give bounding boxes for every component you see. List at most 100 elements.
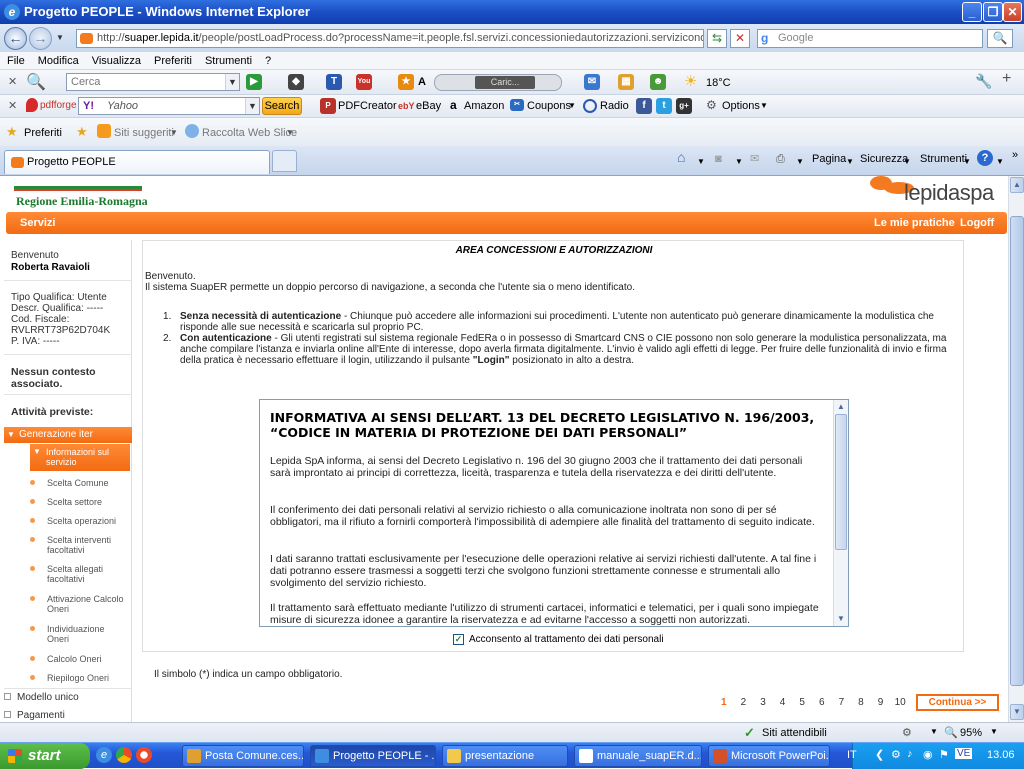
scroll-down-icon[interactable]: ▼ bbox=[835, 612, 847, 626]
feeds-icon[interactable]: ◙ bbox=[715, 152, 722, 166]
security-dropdown-icon[interactable]: ▼ bbox=[903, 155, 911, 169]
webslice-dropdown-icon[interactable]: ▼ bbox=[286, 126, 294, 140]
sidebar-item-pagamenti[interactable]: Pagamenti bbox=[4, 710, 65, 721]
home-dropdown-icon[interactable]: ▼ bbox=[697, 155, 705, 169]
new-tab-button[interactable] bbox=[272, 150, 297, 172]
menu-help[interactable]: ? bbox=[258, 52, 277, 67]
quicklaunch-app-icon[interactable] bbox=[136, 747, 152, 763]
protected-mode-icon[interactable]: ⚙ bbox=[902, 726, 912, 739]
play-icon[interactable]: ▶ bbox=[246, 74, 262, 90]
page-scrollbar[interactable]: ▲ ▼ bbox=[1008, 176, 1024, 722]
section-generazione-iter[interactable]: ▼ Generazione iter bbox=[4, 427, 132, 443]
scroll-thumb[interactable] bbox=[1010, 216, 1024, 686]
close-toolbar-icon[interactable]: ✕ bbox=[8, 75, 17, 89]
close-window-button[interactable]: ✕ bbox=[1003, 2, 1022, 22]
search-box[interactable]: g Google bbox=[757, 29, 983, 48]
page-link-8[interactable]: 8 bbox=[851, 697, 871, 708]
media-player-widget[interactable]: Caric... bbox=[434, 74, 562, 91]
add-icon[interactable]: + bbox=[1002, 71, 1011, 87]
address-input[interactable]: http://suaper.lepida.it/people/postLoadP… bbox=[76, 29, 704, 48]
radio-link[interactable]: Radio bbox=[600, 99, 629, 113]
page-link-7[interactable]: 7 bbox=[832, 697, 852, 708]
chevron-down-icon[interactable]: ▼ bbox=[225, 74, 239, 90]
scroll-up-icon[interactable]: ▲ bbox=[835, 400, 847, 414]
close-toolbar2-icon[interactable]: ✕ bbox=[8, 99, 17, 113]
clock[interactable]: 13.06 bbox=[987, 749, 1015, 761]
facebook-icon[interactable]: f bbox=[636, 98, 652, 114]
amazon-link[interactable]: Amazon bbox=[464, 99, 504, 113]
page-dropdown-icon[interactable]: ▼ bbox=[846, 155, 854, 169]
my-practices-link[interactable]: Le mie pratiche bbox=[874, 217, 955, 229]
menu-file[interactable]: File bbox=[0, 52, 31, 67]
game-icon[interactable]: ◆ bbox=[288, 74, 304, 90]
regione-emilia-romagna-logo[interactable]: Regione Emilia-Romagna bbox=[14, 186, 148, 208]
status-dropdown-icon[interactable]: ▼ bbox=[930, 727, 938, 736]
privacy-informativa-box[interactable]: INFORMATIVA AI SENSI DELL’ART. 13 DEL DE… bbox=[259, 399, 849, 627]
twitter-icon[interactable]: t bbox=[656, 98, 672, 114]
compat-view-icon[interactable]: ⇆ bbox=[707, 29, 727, 48]
toolbar-search-input[interactable]: Cerca ▼ bbox=[66, 73, 240, 91]
tools-menu[interactable]: Strumenti bbox=[920, 152, 967, 166]
scroll-thumb[interactable] bbox=[835, 414, 847, 550]
yahoo-search-input[interactable]: Y! Yahoo ▼ bbox=[78, 97, 260, 115]
zoom-dropdown-icon[interactable]: ▼ bbox=[990, 727, 998, 736]
yahoo-search-button[interactable]: Search bbox=[262, 97, 302, 115]
home-icon[interactable]: ⌂ bbox=[677, 150, 685, 164]
taskbar-manuale-suaper[interactable]: manuale_suapER.d... bbox=[574, 745, 702, 767]
suggested-dropdown-icon[interactable]: ▼ bbox=[170, 126, 178, 140]
logout-link[interactable]: Logoff bbox=[960, 217, 994, 229]
coupons-link[interactable]: Coupons bbox=[527, 99, 571, 113]
history-dropdown-icon[interactable]: ▼ bbox=[56, 33, 64, 42]
sidebar-item-scelta-operazioni[interactable]: Scelta operazioni bbox=[30, 516, 134, 526]
tray-update-icon[interactable]: ⚑ bbox=[939, 748, 949, 761]
taskbar-powerpoint[interactable]: Microsoft PowerPoi... bbox=[708, 745, 830, 767]
page-link-3[interactable]: 3 bbox=[753, 697, 773, 708]
sidebar-item-calcolo-oneri[interactable]: Calcolo Oneri bbox=[30, 654, 134, 664]
sidebar-item-scelta-settore[interactable]: Scelta settore bbox=[30, 497, 134, 507]
quicklaunch-chrome-icon[interactable] bbox=[116, 747, 132, 763]
tray-shield-icon[interactable]: ◉ bbox=[923, 748, 933, 761]
star-icon[interactable]: ★ bbox=[398, 74, 414, 90]
zoom-level[interactable]: 95% bbox=[960, 726, 982, 740]
stop-icon[interactable]: ✕ bbox=[730, 29, 750, 48]
add-favorite-icon[interactable]: ★ bbox=[76, 124, 88, 140]
feeds-dropdown-icon[interactable]: ▼ bbox=[735, 155, 743, 169]
language-indicator[interactable]: IT bbox=[847, 749, 857, 761]
calculator-icon[interactable]: ▦ bbox=[618, 74, 634, 90]
sidebar-item-informazioni-servizio[interactable]: ▼ Informazioni sul servizio bbox=[30, 444, 130, 471]
print-dropdown-icon[interactable]: ▼ bbox=[796, 155, 804, 169]
taskbar-presentazione[interactable]: presentazione bbox=[442, 745, 568, 767]
sidebar-item-scelta-interventi[interactable]: Scelta interventi facoltativi bbox=[30, 535, 124, 555]
security-zone[interactable]: Siti attendibili bbox=[762, 726, 827, 740]
forward-button[interactable]: → bbox=[29, 27, 52, 50]
lepida-logo[interactable]: lepidaspa bbox=[868, 176, 1000, 210]
continue-button[interactable]: Continua >> bbox=[916, 694, 999, 711]
informativa-scrollbar[interactable]: ▲ ▼ bbox=[833, 400, 848, 626]
page-link-4[interactable]: 4 bbox=[773, 697, 793, 708]
youtube-icon[interactable]: You bbox=[356, 74, 372, 90]
sidebar-item-attivazione-calcolo[interactable]: Attivazione Calcolo Oneri bbox=[30, 594, 126, 614]
back-button[interactable]: ← bbox=[4, 27, 27, 50]
tray-app-icon[interactable]: VE bbox=[955, 748, 973, 759]
maximize-button[interactable]: ❐ bbox=[983, 2, 1003, 22]
more-chevron-icon[interactable]: » bbox=[1012, 148, 1018, 162]
tab-progetto-people[interactable]: Progetto PEOPLE bbox=[4, 150, 270, 174]
page-menu[interactable]: Pagina bbox=[812, 152, 846, 166]
help-icon[interactable]: ? bbox=[977, 150, 993, 166]
page-link-6[interactable]: 6 bbox=[812, 697, 832, 708]
read-mail-icon[interactable]: ✉ bbox=[750, 152, 759, 166]
quicklaunch-ie-icon[interactable]: e bbox=[96, 747, 112, 763]
tray-network-icon[interactable]: ⚙ bbox=[891, 748, 901, 761]
page-link-1[interactable]: 1 bbox=[714, 697, 734, 708]
help-dropdown-icon[interactable]: ▼ bbox=[996, 155, 1004, 169]
options-link[interactable]: Options bbox=[722, 99, 760, 113]
taskbar-progetto-people[interactable]: Progetto PEOPLE - ... bbox=[310, 745, 436, 767]
people-icon[interactable]: ☻ bbox=[650, 74, 666, 90]
font-icon[interactable]: A bbox=[418, 75, 426, 89]
suggested-sites-link[interactable]: Siti suggeriti bbox=[114, 126, 174, 140]
start-button[interactable]: start bbox=[0, 743, 90, 769]
tools-dropdown-icon[interactable]: ▼ bbox=[963, 155, 971, 169]
sidebar-item-modello-unico[interactable]: Modello unico bbox=[4, 692, 79, 703]
sidebar-item-scelta-allegati[interactable]: Scelta allegati facoltativi bbox=[30, 564, 124, 584]
consent-checkbox[interactable]: ✓ bbox=[453, 634, 464, 645]
